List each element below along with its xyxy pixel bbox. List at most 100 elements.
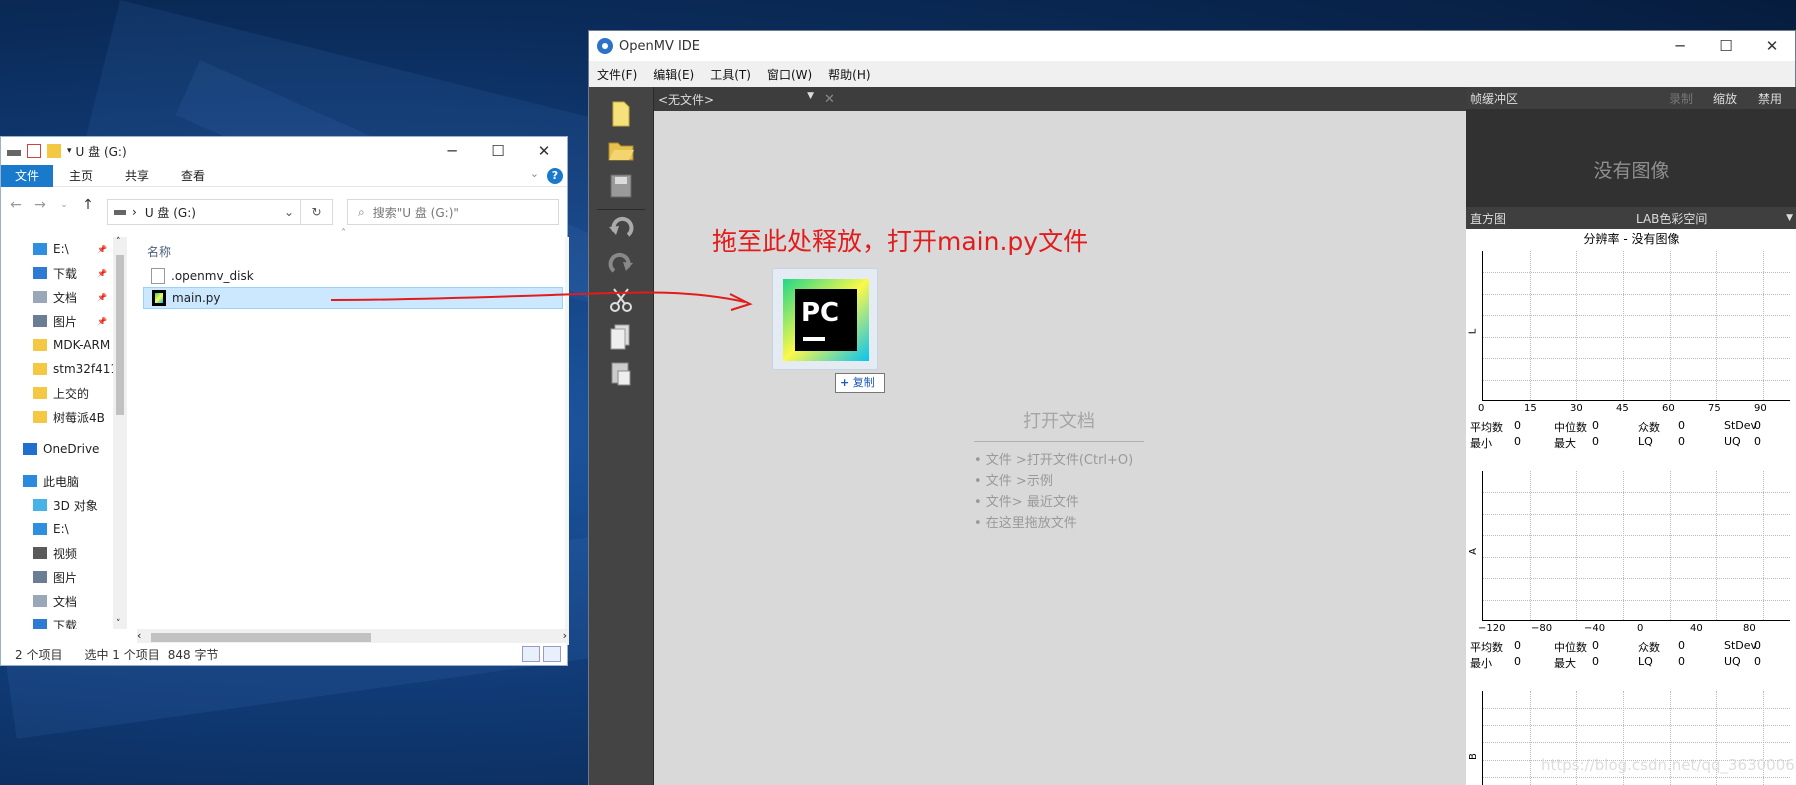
paste-icon[interactable] <box>607 359 635 387</box>
pycharm-icon: PC <box>783 279 869 361</box>
refresh-button[interactable]: ↻ <box>301 199 333 225</box>
editor-area[interactable]: <无文件> ▼ ✕ 打开文档 • 文件 >打开文件(Ctrl+O) • 文件 >示… <box>654 87 1466 785</box>
nav-item-label: 3D 对象 <box>53 498 98 513</box>
file-row[interactable]: main.py <box>143 287 563 309</box>
save-icon[interactable] <box>607 173 635 201</box>
folder-icon <box>33 339 47 351</box>
menu-item[interactable]: 文件(F) <box>589 66 645 83</box>
forward-arrow-icon[interactable]: → <box>31 197 49 213</box>
nav-item[interactable]: 3D 对象 <box>1 493 129 517</box>
minimize-button[interactable]: ─ <box>429 137 475 165</box>
open-document-hint-item: • 在这里拖放文件 <box>974 516 1077 531</box>
zoom-button[interactable]: 缩放 <box>1713 90 1737 107</box>
nav-item-label: 图片 <box>53 570 78 585</box>
histogram-chart <box>1482 251 1790 401</box>
address-bar[interactable]: › U 盘 (G:) ⌄ <box>107 199 301 225</box>
download-icon <box>33 267 47 279</box>
nav-item[interactable]: 下载 <box>1 613 129 629</box>
nav-item[interactable]: 图片 <box>1 565 129 589</box>
properties-icon[interactable] <box>27 144 41 158</box>
ribbon-tab-view[interactable]: 查看 <box>165 165 221 187</box>
nav-item[interactable]: MDK-ARM <box>1 333 129 357</box>
ribbon-expand-icon[interactable]: ⌄ <box>530 167 539 180</box>
details-view-button[interactable] <box>522 646 540 662</box>
stat-value: 众数 <box>1638 641 1660 654</box>
disable-button[interactable]: 禁用 <box>1758 90 1782 107</box>
stat-value: 最小 <box>1470 657 1492 670</box>
explorer-ribbon: 文件 主页 共享 查看 ⌄ ? <box>1 164 567 187</box>
maximize-button[interactable]: ☐ <box>1703 31 1749 61</box>
minimize-button[interactable]: ─ <box>1657 31 1703 61</box>
right-panel: 帧缓冲区 录制 缩放 禁用 没有图像 直方图 LAB色彩空间 ▼ 分辨率 - 没… <box>1466 87 1796 785</box>
channel-label: B <box>1467 753 1479 760</box>
colorspace-dropdown-icon[interactable]: ▼ <box>1786 213 1793 223</box>
nav-item[interactable]: 视频 <box>1 541 129 565</box>
up-arrow-icon[interactable]: ↑ <box>79 197 97 213</box>
quick-access-dropdown-icon[interactable]: ▾ <box>67 146 72 156</box>
nav-item[interactable]: E:\ <box>1 517 129 541</box>
ribbon-tab-file[interactable]: 文件 <box>1 164 54 187</box>
scroll-right-icon[interactable]: › <box>563 629 567 642</box>
stat-value: 中位数 <box>1554 421 1587 434</box>
close-button[interactable]: ✕ <box>521 137 567 165</box>
stat-value: StDev <box>1724 639 1758 652</box>
picture-icon <box>33 315 47 327</box>
nav-item[interactable]: 文档 📌 <box>1 285 129 309</box>
new-file-icon[interactable] <box>607 101 635 129</box>
nav-item[interactable]: 此电脑 <box>1 469 129 493</box>
large-icons-view-button[interactable] <box>543 646 561 662</box>
selection-count: 选中 1 个项目 <box>84 647 160 662</box>
nav-item[interactable]: 图片 📌 <box>1 309 129 333</box>
menu-item[interactable]: 工具(T) <box>702 66 759 83</box>
nav-item[interactable]: 上交的 <box>1 381 129 405</box>
nav-item-label: stm32f411 <box>53 362 119 376</box>
nav-item[interactable]: 下载 📌 <box>1 261 129 285</box>
navigation-scrollbar[interactable]: ˄ ˅ <box>113 237 127 629</box>
scroll-up-icon[interactable]: ˄ <box>116 237 121 247</box>
address-dropdown-icon[interactable]: ⌄ <box>284 205 294 219</box>
new-folder-icon[interactable] <box>47 144 61 158</box>
copy-icon[interactable] <box>607 323 635 351</box>
help-icon[interactable]: ? <box>547 168 563 184</box>
status-bar: 2 个项目 选中 1 个项目 848 字节 <box>1 643 567 665</box>
selection-size: 848 字节 <box>167 647 219 662</box>
scroll-down-icon[interactable]: ˅ <box>116 619 121 629</box>
axis-tick-label: 0 <box>1637 623 1644 634</box>
close-button[interactable]: ✕ <box>1749 31 1795 61</box>
ribbon-tab-share[interactable]: 共享 <box>109 165 165 187</box>
stat-value: 0 <box>1514 435 1521 448</box>
file-row[interactable]: .openmv_disk <box>143 265 563 287</box>
redo-icon[interactable] <box>607 251 635 279</box>
tab-dropdown-icon[interactable]: ▼ <box>807 91 814 101</box>
ribbon-tab-home[interactable]: 主页 <box>53 165 109 187</box>
close-tab-icon[interactable]: ✕ <box>824 92 835 107</box>
nav-item[interactable]: E:\ 📌 <box>1 237 129 261</box>
watermark: https://blog.csdn.net/qq_36300069 <box>1541 756 1796 774</box>
menu-item[interactable]: 窗口(W) <box>759 66 820 83</box>
search-placeholder: 搜索"U 盘 (G:)" <box>372 205 459 220</box>
recent-dropdown-icon[interactable]: ⌄ <box>55 200 73 210</box>
file-explorer-window: ▾ U 盘 (G:) ─ ☐ ✕ 文件 主页 共享 查看 ⌄ ? ← → ⌄ ↑… <box>0 136 569 666</box>
nav-item[interactable]: 树莓派4B <box>1 405 129 429</box>
left-toolbar <box>589 87 654 785</box>
document-icon <box>33 595 47 607</box>
editor-tab-bar: <无文件> ▼ ✕ <box>654 87 1466 111</box>
scroll-left-icon[interactable]: ‹ <box>137 629 141 642</box>
undo-icon[interactable] <box>607 215 635 243</box>
search-input[interactable]: ⌕ 搜索"U 盘 (G:)" <box>347 199 559 225</box>
column-header-name[interactable]: 名称 <box>147 243 171 260</box>
nav-item[interactable]: 文档 <box>1 589 129 613</box>
file-tab[interactable]: <无文件> ▼ <box>658 91 818 108</box>
menu-item[interactable]: 帮助(H) <box>820 66 878 83</box>
nav-item[interactable]: stm32f411 <box>1 357 129 381</box>
maximize-button[interactable]: ☐ <box>475 137 521 165</box>
dragged-file-icon: PC <box>772 268 878 370</box>
menu-item[interactable]: 编辑(E) <box>645 66 702 83</box>
back-arrow-icon[interactable]: ← <box>7 197 25 213</box>
nav-item-label: 文档 <box>53 290 78 305</box>
cut-icon[interactable] <box>607 287 635 315</box>
colorspace-select[interactable]: LAB色彩空间 <box>1636 210 1707 227</box>
record-button[interactable]: 录制 <box>1669 90 1693 107</box>
open-folder-icon[interactable] <box>607 137 635 165</box>
nav-item[interactable]: OneDrive <box>1 437 129 461</box>
